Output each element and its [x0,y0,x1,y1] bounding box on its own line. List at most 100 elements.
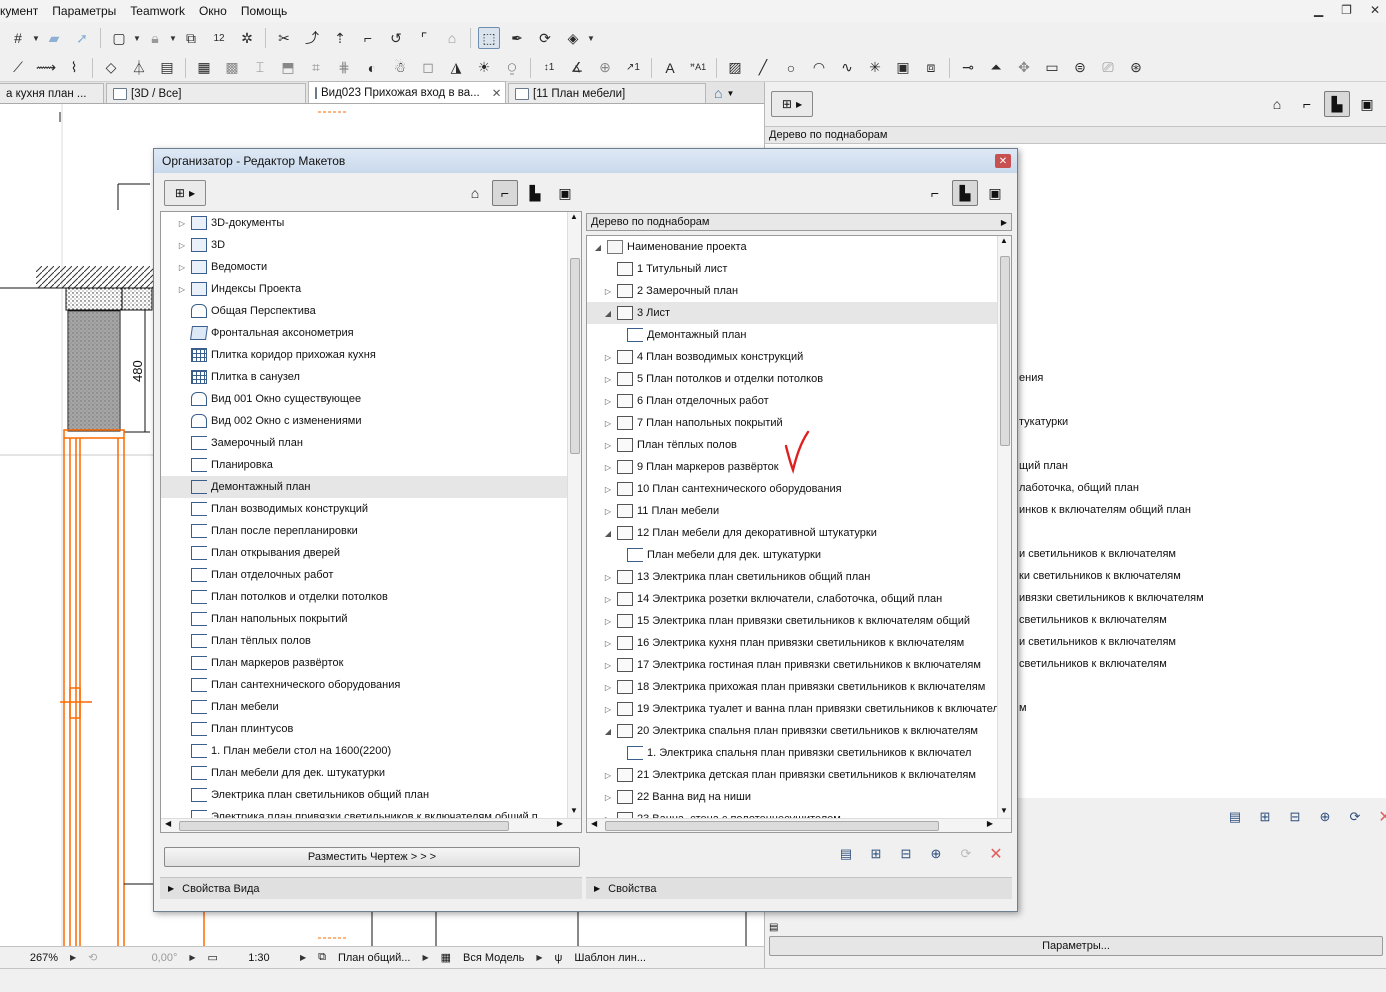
publisher-icon[interactable]: ▣ [552,180,578,206]
object-icon[interactable]: ☃ [389,57,411,79]
lock-icon[interactable]: 🔒︎ [144,27,166,49]
tree-row[interactable]: Планировка [161,454,581,476]
horizontal-scrollbar[interactable]: ◀ ▶ [161,818,581,832]
elevation-icon[interactable]: ⏶ [985,57,1007,79]
expand-arrow-icon[interactable]: ◢ [603,529,613,538]
list-item[interactable]: светильников к включателям [1019,614,1167,626]
menu-parameters[interactable]: Параметры [45,4,123,18]
tree-row[interactable]: ◢ 20 Электрика спальня план привязки свет… [587,720,1011,742]
expand-arrow-icon[interactable]: ▷ [177,285,187,294]
tab-view023[interactable]: Вид023 Прихожая вход в ва... ✕ [308,81,506,103]
angle-value[interactable]: 0,00° [103,947,183,968]
arrow-up-icon[interactable]: ▲ [570,212,578,221]
model-view-icon[interactable]: ▦ [435,947,457,968]
arrow-right-icon[interactable]: ▶ [422,953,428,962]
label-icon[interactable]: ꟸA1 [687,57,709,79]
tree-row[interactable]: ▷ 13 Электрика план светильников общий пл… [587,566,1011,588]
stair-icon[interactable]: ⌇ [63,57,85,79]
tree-row[interactable]: План открывания дверей [161,542,581,564]
tree-row[interactable]: План сантехнического оборудования [161,674,581,696]
tree-row[interactable]: Демонтажный план [161,476,581,498]
layer-combination[interactable]: План общий... [332,947,417,968]
expand-arrow-icon[interactable]: ▷ [177,241,187,250]
arrow-right-icon[interactable]: ▶ [300,953,306,962]
tree-row[interactable]: ▷ 22 Ванна вид на ниши [587,786,1011,808]
new-subset-icon[interactable]: ⊞ [866,845,886,863]
arrow-down-icon[interactable]: ▼ [570,806,578,815]
tree-row[interactable]: План маркеров развёрток [161,652,581,674]
layers-icon[interactable]: ▰ [43,27,65,49]
tree-row[interactable]: Плитка коридор прихожая кухня [161,344,581,366]
chevron-down-icon[interactable]: ▼ [587,34,595,43]
expand-arrow-icon[interactable]: ◢ [593,243,603,252]
new-layout-icon[interactable]: ▤ [1225,808,1245,826]
tree-row[interactable]: План мебели для дек. штукатурки [587,544,1011,566]
tree-row[interactable]: ▷ 2 Замерочный план [587,280,1011,302]
tree-row[interactable]: ◢ Наименование проекта [587,236,1011,258]
list-item[interactable]: ения [1019,372,1043,384]
expand-arrow-icon[interactable]: ▷ [603,683,613,692]
circle-icon[interactable]: ○ [780,57,802,79]
view-settings-icon[interactable]: ◈ [562,27,584,49]
new-folder-icon[interactable]: ⊕ [1315,808,1335,826]
tree-row[interactable]: ▷ 4 План возводимых конструкций [587,346,1011,368]
arrow-left-icon[interactable]: ◀ [165,819,171,828]
tree-row[interactable]: ▷ 3D-документы [161,212,581,234]
layout-book-tree[interactable]: ◢ Наименование проекта 1 Титульный лист ▷ 2 … [586,235,1012,833]
project-map-icon[interactable]: ⌂ [1264,91,1290,117]
minimize-icon[interactable]: ▁ [1314,3,1323,17]
expand-arrow-icon[interactable]: ▷ [603,595,613,604]
group-icon[interactable]: ⧉ [180,27,202,49]
navigator-tree-header[interactable]: Дерево по поднаборам [765,126,1386,144]
properties-section[interactable]: ▶ Свойства [586,877,1012,899]
expand-arrow-icon[interactable]: ▷ [603,375,613,384]
change-icon[interactable]: ⊛ [1125,57,1147,79]
tree-row[interactable]: ▷ Ведомости [161,256,581,278]
vertical-scrollbar[interactable]: ▲ ▼ [567,212,581,820]
expand-arrow-icon[interactable]: ▷ [177,219,187,228]
update-icon[interactable]: ⟳ [1345,808,1365,826]
arc-icon[interactable]: ◠ [808,57,830,79]
tree-row[interactable]: ▷ 17 Электрика гостиная план привязки све… [587,654,1011,676]
layout-book-icon[interactable]: ▙ [522,180,548,206]
view-map-icon[interactable]: ⌐ [922,180,948,206]
list-item[interactable]: и светильников к включателям [1019,636,1176,648]
navigator-mode-button[interactable]: ⊞ ▶ [771,91,813,117]
tree-row[interactable]: ▷ 3D [161,234,581,256]
view-map-icon[interactable]: ⌐ [492,180,518,206]
list-item[interactable]: щий план [1019,460,1068,472]
layout-book-icon[interactable]: ▙ [1324,91,1350,117]
tab-kitchen-plan[interactable]: а кухня план ... [0,83,104,103]
label-pin-icon[interactable]: ⍜ [501,57,523,79]
pen-set[interactable]: Шаблон лин... [568,947,652,968]
level-dim-icon[interactable]: ↗1 [622,57,644,79]
zoom-value[interactable]: 267% [30,952,58,964]
expand-arrow-icon[interactable]: ◢ [603,727,613,736]
tree-row[interactable]: План потолков и отделки потолков [161,586,581,608]
dimension-icon[interactable]: ↕1 [538,57,560,79]
expand-arrow-icon[interactable]: ▷ [603,353,613,362]
tree-row[interactable]: ▷ 19 Электрика туалет и ванна план привяз… [587,698,1011,720]
scale-icon[interactable]: ▭ [202,947,224,968]
view-map-icon[interactable]: ⌐ [1294,91,1320,117]
publisher-icon[interactable]: ▣ [982,180,1008,206]
angle-dim-icon[interactable]: ∡ [566,57,588,79]
expand-arrow-icon[interactable]: ▷ [603,617,613,626]
chevron-down-icon[interactable]: ▼ [32,34,40,43]
place-drawing-button[interactable]: Разместить Чертеж > > > [164,847,580,867]
fill-icon[interactable]: ▨ [724,57,746,79]
tree-row[interactable]: ▷ 14 Электрика розетки включатели, слабот… [587,588,1011,610]
left-mode-button[interactable]: ⊞ ▶ [164,180,206,206]
line-icon[interactable]: ╱ [752,57,774,79]
camera-icon[interactable]: ⎚ [1097,57,1119,79]
list-item[interactable]: тукатурки [1019,416,1068,428]
tree-row[interactable]: План мебели [161,696,581,718]
elevate-icon[interactable]: ⇡ [329,27,351,49]
morph-icon[interactable]: ⬒ [277,57,299,79]
tree-row[interactable]: 1. Электрика спальня план привязки свети… [587,742,1011,764]
restore-icon[interactable]: ❐ [1341,3,1352,17]
list-item[interactable]: м [1019,702,1027,714]
expand-arrow-icon[interactable]: ▷ [603,639,613,648]
column-icon[interactable]: ⌶ [249,57,271,79]
expand-arrow-icon[interactable]: ▷ [603,287,613,296]
